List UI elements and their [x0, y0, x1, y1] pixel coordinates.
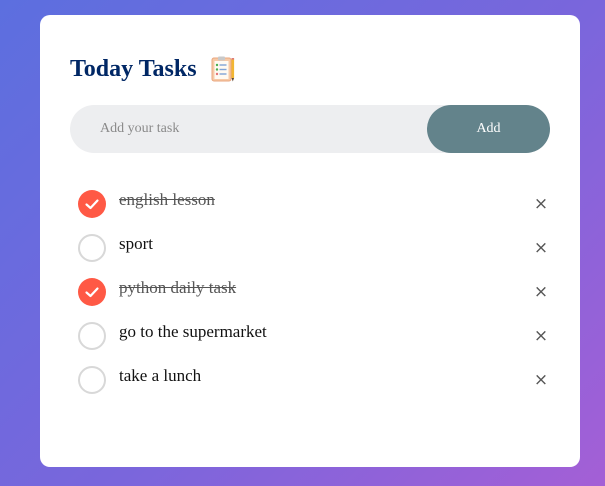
task-item[interactable]: take a lunch ×: [78, 357, 548, 401]
task-item[interactable]: go to the supermarket ×: [78, 313, 548, 357]
page-title: Today Tasks: [70, 55, 197, 82]
task-item[interactable]: python daily task ×: [78, 269, 548, 313]
add-button[interactable]: Add: [427, 105, 550, 153]
clipboard-checklist-icon: [209, 55, 237, 83]
task-text: python daily task: [119, 278, 237, 297]
task-item[interactable]: sport ×: [78, 225, 548, 269]
task-checkbox[interactable]: [78, 234, 106, 262]
task-text: take a lunch: [119, 366, 202, 385]
todo-card: Today Tasks Add your task Add english le…: [40, 15, 580, 467]
task-text: english lesson: [119, 190, 215, 209]
task-text: sport: [119, 234, 153, 253]
add-task-form: Add: [70, 105, 550, 153]
remove-task-button[interactable]: ×: [529, 192, 553, 216]
remove-task-button[interactable]: ×: [529, 368, 553, 392]
checkmark-icon: [85, 199, 99, 210]
task-checkbox[interactable]: [78, 278, 106, 306]
task-checkbox[interactable]: [78, 322, 106, 350]
task-text: go to the supermarket: [119, 322, 267, 341]
task-checkbox[interactable]: [78, 366, 106, 394]
task-checkbox[interactable]: [78, 190, 106, 218]
header: Today Tasks: [70, 55, 237, 83]
task-input[interactable]: [70, 105, 427, 153]
remove-task-button[interactable]: ×: [529, 324, 553, 348]
task-item[interactable]: english lesson ×: [78, 181, 548, 225]
checkmark-icon: [85, 287, 99, 298]
remove-task-button[interactable]: ×: [529, 280, 553, 304]
remove-task-button[interactable]: ×: [529, 236, 553, 260]
task-list: english lesson × sport × python daily ta…: [78, 181, 548, 401]
